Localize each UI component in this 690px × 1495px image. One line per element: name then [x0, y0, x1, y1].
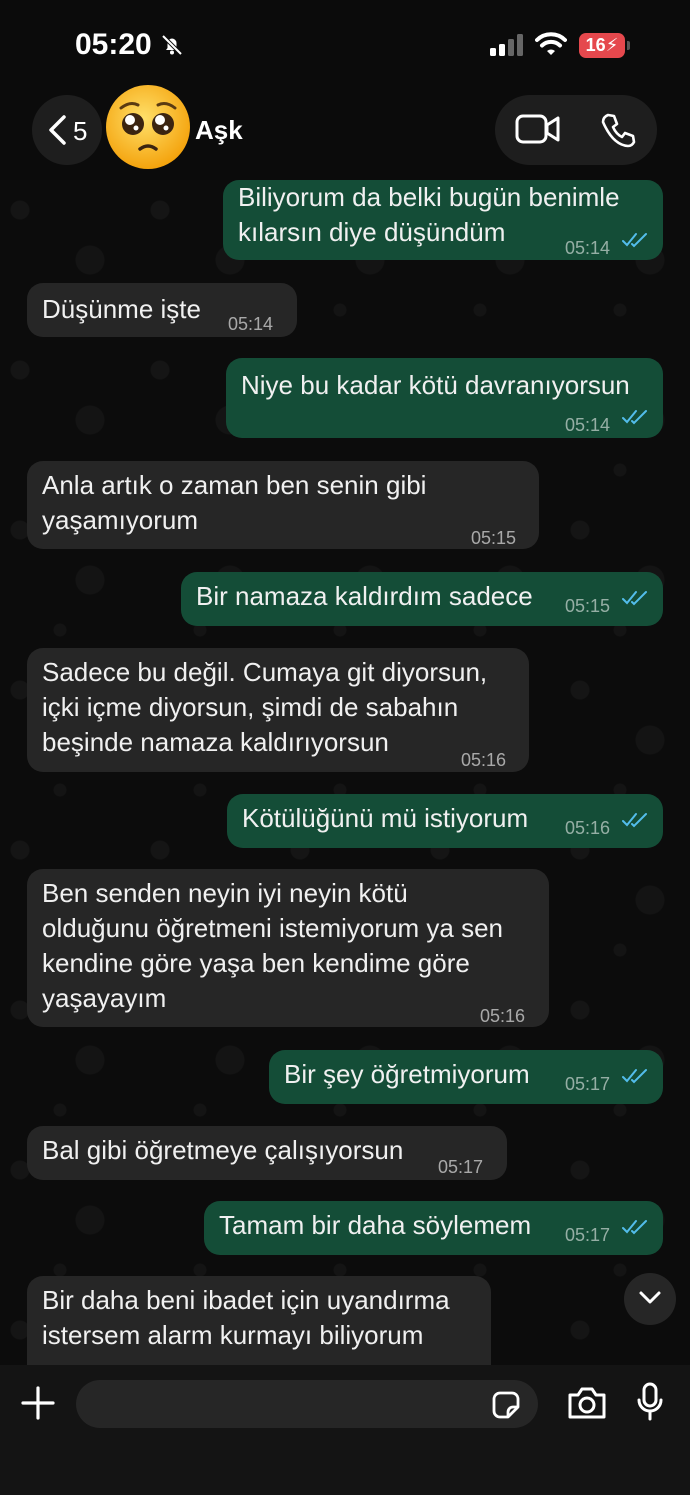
battery-cap [627, 41, 630, 50]
message-text: Anla artık o zaman ben senin gibi yaşamı… [42, 470, 427, 535]
message-bubble-out[interactable]: Bir şey öğretmiyorum 05:17 [269, 1050, 663, 1104]
back-button[interactable]: 5 [32, 95, 102, 165]
message-bubble-out[interactable]: Kötülüğünü mü istiyorum 05:16 [227, 794, 663, 848]
message-text: Bal gibi öğretmeye çalışıyorsun [42, 1135, 404, 1165]
message-text: Kötülüğünü mü istiyorum [242, 803, 529, 833]
battery-level: 16 [585, 35, 606, 55]
microphone-icon[interactable] [636, 1382, 664, 1422]
read-ticks-icon [622, 1069, 647, 1084]
plus-icon[interactable] [20, 1385, 56, 1421]
read-ticks-icon [622, 233, 647, 248]
message-time: 05:14 [228, 314, 274, 334]
message-time: 05:17 [565, 1074, 611, 1094]
sticker-icon[interactable] [490, 1389, 522, 1421]
phone-call-icon[interactable] [600, 112, 636, 148]
message-text: Bir şey öğretmiyorum [284, 1059, 530, 1089]
chevron-left-icon [49, 115, 66, 145]
message-time: 05:16 [461, 750, 507, 770]
message-time: 05:15 [471, 528, 517, 548]
message-text: Bir namaza kaldırdım sadece [196, 581, 533, 611]
message-text: Düşünme işte [42, 294, 201, 324]
video-call-icon[interactable] [515, 112, 561, 146]
message-input[interactable] [76, 1380, 538, 1428]
wifi-icon [535, 32, 567, 55]
read-ticks-icon [622, 591, 647, 606]
message-text: Biliyorum da belki bugün benimle kılarsı… [238, 182, 620, 247]
read-ticks-icon [622, 813, 647, 828]
charging-icon: ⚡ [605, 35, 619, 55]
message-time: 05:16 [480, 1006, 526, 1026]
message-text: Tamam bir daha söylemem [219, 1210, 532, 1240]
message-bubble-out[interactable]: Niye bu kadar kötü davranıyorsun 05:14 [226, 358, 663, 438]
composer-bar [0, 1365, 690, 1495]
message-bubble-in[interactable]: Bir daha beni ibadet için uyandırma iste… [27, 1276, 491, 1365]
message-text: Ben senden neyin iyi neyin kötü olduğunu… [42, 878, 504, 1013]
message-bubble-out[interactable]: Tamam bir daha söylemem 05:17 [204, 1201, 663, 1255]
message-list[interactable]: Biliyorum da belki bugün benimle kılarsı… [0, 180, 690, 1365]
signal-icon [490, 34, 523, 56]
message-bubble-in[interactable]: Anla artık o zaman ben senin gibi yaşamı… [27, 461, 539, 549]
message-time: 05:14 [565, 415, 611, 435]
unread-count: 5 [73, 116, 88, 146]
message-time: 05:14 [565, 238, 611, 258]
battery-indicator: 16⚡ [579, 33, 625, 58]
message-bubble-out[interactable]: Bir namaza kaldırdım sadece 05:15 [181, 572, 663, 626]
message-text: Sadece bu değil. Cumaya git diyorsun, iç… [42, 657, 488, 757]
bell-muted-icon [161, 34, 183, 56]
message-time: 05:16 [565, 818, 611, 838]
message-bubble-in[interactable]: Ben senden neyin iyi neyin kötü olduğunu… [27, 869, 549, 1027]
scroll-down-button[interactable] [624, 1273, 676, 1325]
status-bar: 05:20 16⚡ [0, 0, 690, 90]
read-ticks-icon [622, 410, 647, 425]
message-bubble-in[interactable]: Bal gibi öğretmeye çalışıyorsun 05:17 [27, 1126, 507, 1180]
contact-name[interactable]: Aşk [195, 115, 243, 146]
message-time: 05:17 [438, 1157, 484, 1177]
message-bubble-in[interactable]: Düşünme işte 05:14 [27, 283, 297, 337]
read-ticks-icon [622, 1220, 647, 1235]
message-time: 05:17 [565, 1225, 611, 1245]
status-time: 05:20 [75, 28, 152, 61]
message-time: 05:15 [565, 596, 611, 616]
avatar[interactable] [103, 82, 193, 172]
chevron-down-icon [639, 1291, 661, 1304]
message-text: Niye bu kadar kötü davranıyorsun [241, 370, 630, 400]
message-text: Bir daha beni ibadet için uyandırma iste… [42, 1285, 450, 1350]
call-actions [495, 95, 657, 165]
message-bubble-out[interactable]: Biliyorum da belki bugün benimle kılarsı… [223, 180, 663, 260]
message-bubble-in[interactable]: Sadece bu değil. Cumaya git diyorsun, iç… [27, 648, 529, 772]
chat-header: 5 Aşk [0, 85, 690, 180]
camera-icon[interactable] [566, 1385, 608, 1421]
